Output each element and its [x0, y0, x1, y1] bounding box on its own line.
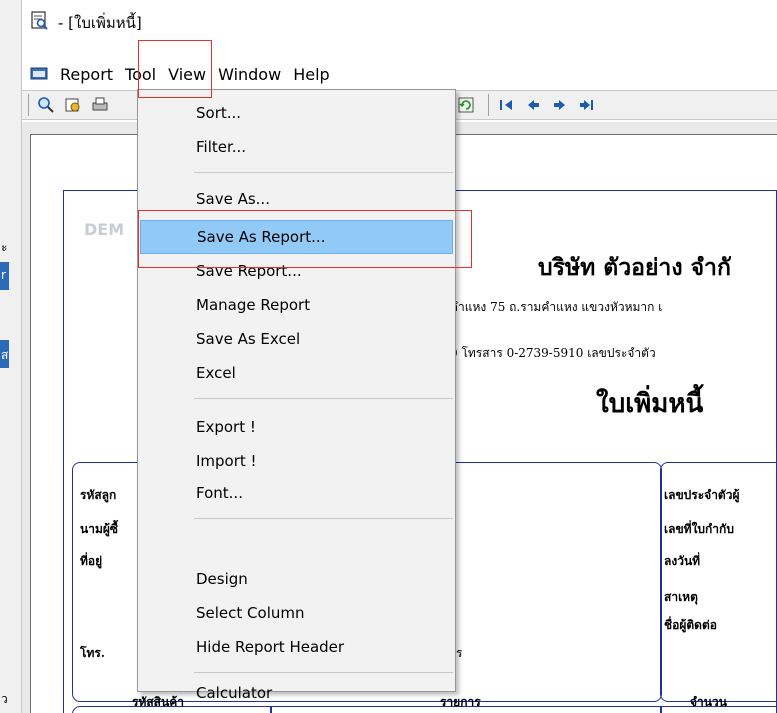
menu-item-calculator[interactable]: Calculator — [140, 678, 453, 708]
menu-separator — [194, 172, 453, 173]
label-customer-code: รหัสลูก — [80, 488, 117, 502]
company-contact: 0 โทรสาร 0-2739-5910 เลขประจำตัว — [450, 346, 656, 360]
label-contact-person: ชื่อผู้ติดต่อ — [664, 618, 717, 632]
menu-item-hide-report-header[interactable]: Hide Report Header — [140, 632, 453, 662]
label-buyer-name: นามผู้ซื้ — [80, 522, 119, 536]
menu-separator — [194, 518, 453, 519]
menu-separator — [194, 398, 453, 399]
menu-item-save-report[interactable]: Save Report... — [140, 256, 453, 286]
label-address: ที่อยู่ — [80, 554, 103, 568]
label-fragment: ร — [456, 646, 463, 660]
label-invoice-no: เลขที่ใบกำกับ — [664, 522, 734, 536]
menu-item-filter[interactable]: Filter... — [140, 132, 453, 162]
label-reason: สาเหตุ — [664, 590, 698, 604]
menu-item-manage-report[interactable]: Manage Report — [140, 290, 453, 320]
tool-dropdown-menu: Sort... Filter... Save As... Save As Rep… — [137, 89, 456, 702]
menu-item-save-as-report[interactable]: Save As Report... — [140, 220, 453, 254]
label-phone: โทร. — [80, 646, 105, 660]
document-title: ใบเพิ่มหนี้ — [596, 389, 704, 419]
menu-item-design[interactable]: Design — [140, 564, 453, 594]
company-name: บริษัท ตัวอย่าง จำกั — [538, 254, 731, 281]
table-col-divider-2 — [660, 706, 662, 713]
menu-item-excel[interactable]: Excel — [140, 358, 453, 388]
col-quantity: จำนวน — [690, 695, 727, 709]
label-date: ลงวันที่ — [664, 554, 701, 568]
label-tax-id: เลขประจำตัวผู้ — [664, 488, 740, 502]
menu-item-import[interactable]: Import ! — [140, 446, 453, 476]
menu-item-sort[interactable]: Sort... — [140, 98, 453, 128]
menu-item-export[interactable]: Export ! — [140, 412, 453, 442]
menu-separator — [194, 672, 453, 673]
menu-item-save-as-excel[interactable]: Save As Excel — [140, 324, 453, 354]
menu-item-font[interactable]: Font... — [140, 478, 453, 508]
menu-item-select-column[interactable]: Select Column — [140, 598, 453, 628]
demo-watermark: DEM — [84, 220, 125, 239]
menu-item-save-as[interactable]: Save As... — [140, 184, 453, 214]
company-address: คำแหง 75 ถ.รามคำแหง แขวงหัวหมาก เ — [450, 300, 663, 314]
